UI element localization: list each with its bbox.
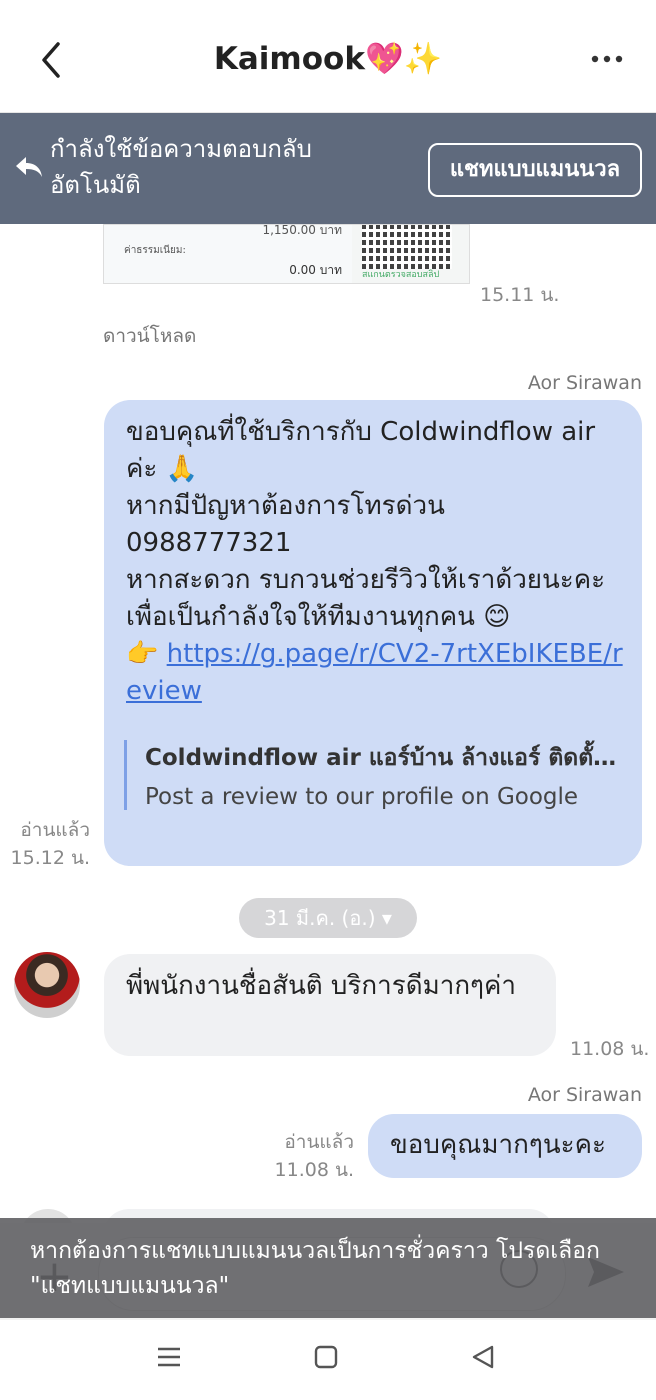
receipt-amount: 1,150.00 บาท — [262, 224, 342, 237]
outgoing-message-bubble[interactable]: ขอบคุณมากๆนะคะ — [368, 1114, 642, 1178]
receipt-fee-label: ค่าธรรมเนียม: — [124, 245, 186, 256]
toast-text: หากต้องการแชทแบบแมนนวลเป็นการชั่วคราว โป… — [30, 1238, 600, 1299]
back-nav-icon[interactable] — [470, 1344, 496, 1370]
qr-caption: สแกนตรวจสอบสลิป — [362, 270, 440, 280]
message-text: พี่พนักงานชื่อสันติ บริการดีมากๆค่า — [126, 971, 517, 1001]
reply-icon — [16, 157, 42, 177]
recents-icon[interactable] — [156, 1344, 182, 1370]
download-link[interactable]: ดาวน์โหลด — [103, 321, 196, 351]
avatar[interactable] — [14, 952, 80, 1018]
message-time: 15.11 น. — [480, 284, 560, 306]
receipt-image[interactable]: 1,150.00 บาท ค่าธรรมเนียม: 0.00 บาท สแกน… — [103, 224, 470, 284]
sender-name: Aor Sirawan — [527, 1084, 642, 1106]
system-nav-bar — [0, 1320, 656, 1400]
message-text: ขอบคุณที่ใช้บริการกับ Coldwindflow air ค… — [126, 417, 623, 706]
receipt-slip: 1,150.00 บาท ค่าธรรมเนียม: 0.00 บาท — [104, 225, 352, 283]
toast-notification: หากต้องการแชทแบบแมนนวลเป็นการชั่วคราว โป… — [0, 1218, 656, 1318]
receipt-fee: 0.00 บาท — [289, 263, 342, 277]
incoming-message-bubble[interactable]: พี่พนักงานชื่อสันติ บริการดีมากๆค่า — [104, 954, 556, 1056]
link-preview-title: Coldwindflow air แอร์บ้าน ล้างแอร์ ติดตั… — [145, 745, 625, 771]
chat-header: Kaimook💖✨ — [0, 0, 656, 113]
more-options-icon[interactable] — [590, 44, 624, 74]
home-icon[interactable] — [314, 1344, 338, 1370]
link-preview[interactable]: Coldwindflow air แอร์บ้าน ล้างแอร์ ติดตั… — [124, 740, 625, 810]
chat-title: Kaimook💖✨ — [213, 41, 443, 77]
sender-name: Aor Sirawan — [527, 372, 642, 394]
auto-reply-banner: กำลังใช้ข้อความตอบกลับอัตโนมัติ แชทแบบแม… — [0, 113, 656, 224]
message-time: 11.08 น. — [570, 1038, 650, 1060]
message-text: ขอบคุณมากๆนะคะ — [390, 1130, 606, 1160]
read-receipt: อ่านแล้ว 15.12 น. — [10, 819, 90, 869]
chat-messages: 1,150.00 บาท ค่าธรรมเนียม: 0.00 บาท สแกน… — [0, 224, 656, 1269]
link-preview-description: Post a review to our profile on Google — [145, 784, 579, 810]
outgoing-message-bubble[interactable]: ขอบคุณที่ใช้บริการกับ Coldwindflow air ค… — [104, 400, 642, 866]
auto-reply-text: กำลังใช้ข้อความตอบกลับอัตโนมัติ — [50, 135, 312, 199]
date-separator[interactable]: 31 มี.ค. (อ.) ▾ — [239, 898, 417, 938]
manual-chat-button[interactable]: แชทแบบแมนนวล — [428, 143, 642, 197]
read-receipt: อ่านแล้ว 11.08 น. — [274, 1131, 354, 1181]
qr-code-pattern — [362, 225, 452, 269]
review-link[interactable]: https://g.page/r/CV2-7rtXEbIKEBE/review — [126, 639, 623, 706]
